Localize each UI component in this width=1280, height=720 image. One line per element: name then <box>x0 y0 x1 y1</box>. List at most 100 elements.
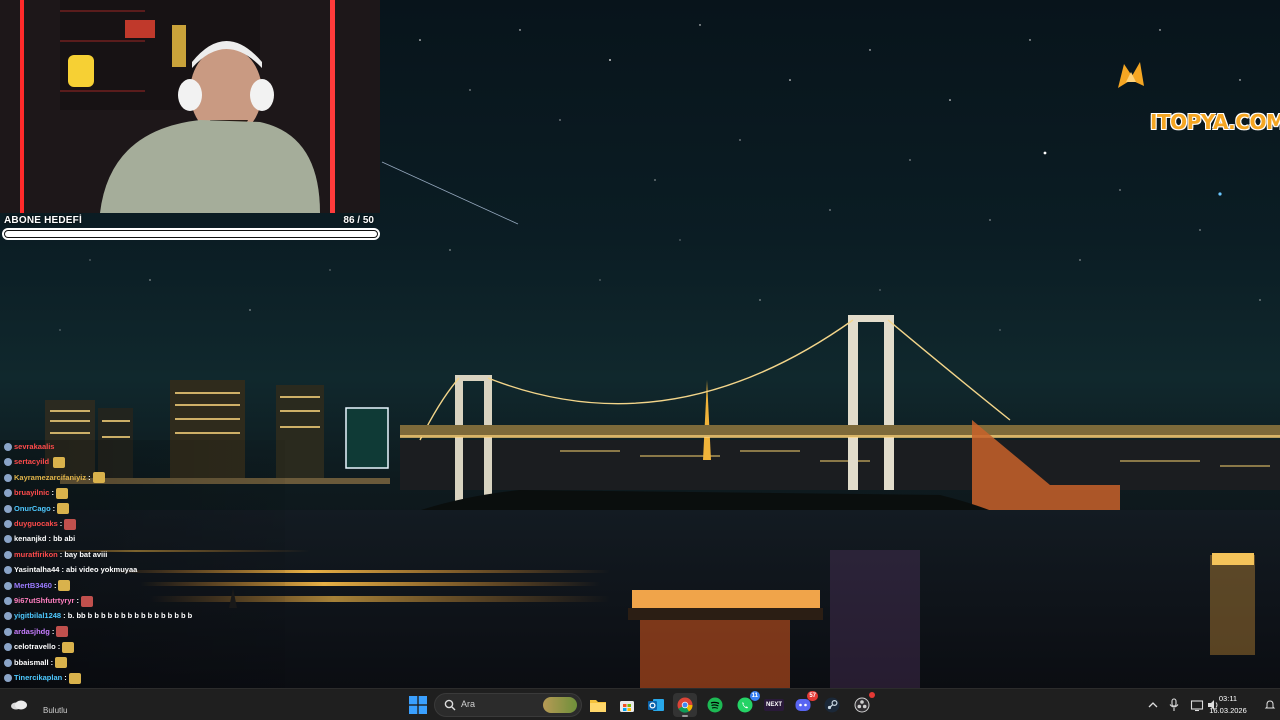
taskbar-app-obs[interactable] <box>850 692 875 717</box>
chat-message: Kayramezarcifaniyiz: <box>4 471 105 485</box>
obs-recording-dot <box>869 692 875 698</box>
chat-message: sertacyild <box>4 455 66 469</box>
active-app-indicator <box>682 715 688 717</box>
chat-message-text: : <box>50 657 54 667</box>
chat-message-text: : abi video yokmuyaa <box>61 565 138 575</box>
webcam-overlay <box>0 0 380 213</box>
taskbar-search-box[interactable]: Ara <box>434 693 582 717</box>
clock-time: 03:11 <box>1218 694 1238 703</box>
weather-description: Bulutlu <box>43 706 68 715</box>
chat-badge-icon <box>4 581 12 590</box>
chat-message: MertB3460: <box>4 579 71 593</box>
chat-message-text: : <box>64 673 67 682</box>
sub-goal-count: 86 / 50 <box>343 215 374 226</box>
chat-message: ardasjhdg: <box>4 625 69 639</box>
chat-message: duyguocaks: <box>4 517 77 531</box>
chat-badge-icon <box>4 443 12 451</box>
chat-username: Tinercikaplan <box>14 673 63 682</box>
chat-username: muratfirikon <box>14 549 58 559</box>
chat-message: yigitbilal1248: b. bb b b b b b b b b b … <box>4 609 192 623</box>
chat-badge-icon <box>4 550 12 559</box>
windows-taskbar: Bulutlu Ara 11 NEXT 57 03:11 16.03.2026 <box>0 688 1280 720</box>
discord-unread-badge: 57 <box>807 691 818 701</box>
chat-badge-icon <box>4 566 12 575</box>
chat-username: Yasintalha44 <box>14 565 60 575</box>
chat-message-text: : <box>88 472 91 482</box>
chat-badge-icon <box>4 658 12 667</box>
streamer-camera-feed <box>0 0 380 213</box>
chat-message: Tinercikaplan: <box>4 671 81 685</box>
fox-mascot-icon <box>1118 62 1144 88</box>
chat-message: OnurCago: <box>4 502 70 516</box>
sub-goal-progress-fill <box>5 231 377 237</box>
notification-bell-icon[interactable] <box>1264 699 1276 711</box>
chat-badge-icon <box>4 458 12 467</box>
whatsapp-unread-badge: 11 <box>749 691 760 701</box>
sub-goal-progress-bar <box>2 228 380 240</box>
chrome-icon <box>677 697 693 713</box>
search-highlight-image <box>543 697 577 713</box>
taskbar-app-chrome[interactable] <box>673 693 697 717</box>
chat-emote-icon <box>68 672 81 684</box>
search-icon <box>444 699 456 711</box>
store-icon <box>620 701 634 712</box>
folder-icon <box>590 700 606 712</box>
chat-emote-icon <box>58 580 71 592</box>
stream-chat-overlay: sevrakaalis sertacyild Kayramezarcifaniyiz… <box>0 440 285 702</box>
chat-username: bbaismall <box>14 657 49 667</box>
clock-date: 16.03.2026 <box>1209 706 1247 715</box>
system-clock[interactable]: 03:11 16.03.2026 <box>1198 693 1258 717</box>
subscriber-goal-widget: ABONE HEDEFİ 86 / 50 <box>0 213 382 243</box>
next-app-label: NEXT <box>763 699 784 711</box>
chat-emote-icon <box>62 641 75 653</box>
chat-message-text: : <box>57 642 61 652</box>
chat-badge-icon <box>4 489 12 498</box>
taskbar-app-file-explorer[interactable] <box>586 693 610 717</box>
chat-badge-icon <box>4 520 12 528</box>
steam-icon <box>824 697 840 713</box>
chat-emote-icon <box>55 487 68 499</box>
chat-emote-icon <box>53 456 66 468</box>
chat-message-text: : bay bat aviii <box>59 549 108 559</box>
chat-message-text: : <box>76 596 79 605</box>
chat-message-text: : <box>51 626 55 636</box>
chat-badge-icon <box>4 597 12 605</box>
microphone-icon[interactable] <box>1167 698 1181 712</box>
chat-message: bbaismall: <box>4 656 68 670</box>
chat-badge-icon <box>4 535 12 544</box>
sponsor-logo-text: ITOPYA.COM <box>1150 110 1280 134</box>
chat-username: 9i67utShfutrtyryr <box>14 596 75 605</box>
chat-badge-icon <box>4 504 12 513</box>
chat-badge-icon <box>4 612 12 621</box>
chat-message: bruayilnic: <box>4 486 68 500</box>
windows-start-icon[interactable] <box>409 696 427 714</box>
chat-badge-icon <box>4 627 12 636</box>
chat-emote-icon <box>64 518 77 530</box>
chat-message: 9i67utShfutrtyryr: <box>4 594 93 608</box>
taskbar-app-microsoft-store[interactable] <box>615 693 639 717</box>
chevron-up-icon[interactable] <box>1146 698 1160 712</box>
chat-username: kenanjkd <box>14 534 47 544</box>
weather-widget[interactable]: Bulutlu <box>10 695 90 717</box>
chat-message-text: : bb abi <box>48 534 76 544</box>
chat-username: duyguocaks <box>14 519 58 528</box>
chat-message: sevrakaalis <box>4 440 56 454</box>
cloud-icon <box>11 700 27 710</box>
taskbar-app-outlook[interactable] <box>644 693 668 717</box>
taskbar-app-discord[interactable]: 57 <box>791 691 818 717</box>
chat-badge-icon <box>4 674 12 682</box>
chat-badge-icon <box>4 473 12 482</box>
chat-username: sevrakaalis <box>14 442 55 451</box>
taskbar-app-next[interactable]: NEXT <box>762 693 786 717</box>
chat-username: sertacyild <box>14 457 50 467</box>
chat-message: celotravello: <box>4 640 75 654</box>
sub-goal-label: ABONE HEDEFİ <box>4 215 82 226</box>
taskbar-app-steam[interactable] <box>820 693 844 717</box>
obs-icon <box>854 697 870 713</box>
taskbar-app-spotify[interactable] <box>703 693 727 717</box>
chat-username: yigitbilal1248 <box>14 611 62 621</box>
chat-emote-icon <box>92 472 105 484</box>
chat-emote-icon <box>56 626 69 638</box>
taskbar-app-whatsapp[interactable]: 11 <box>733 691 760 717</box>
search-placeholder: Ara <box>461 699 476 709</box>
